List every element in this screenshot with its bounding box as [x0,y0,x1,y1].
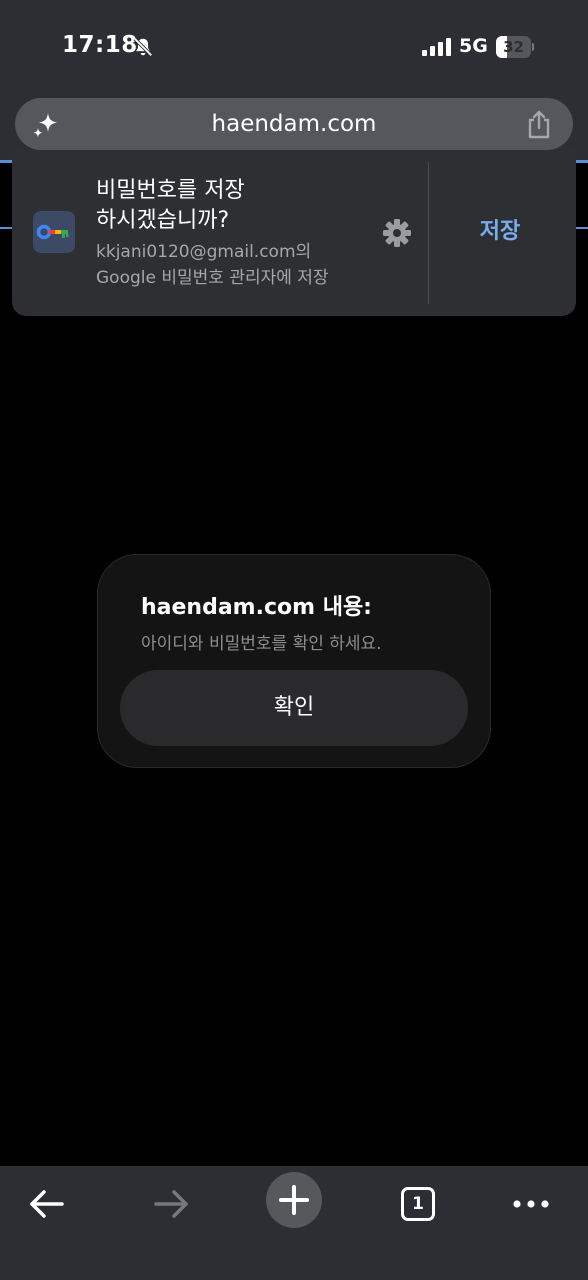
network-type: 5G [459,35,488,57]
save-password-button[interactable]: 저장 [440,206,560,258]
url-bar[interactable]: haendam.com [15,98,573,150]
back-button[interactable] [19,1176,75,1232]
tab-switcher-button[interactable]: 1 [389,1176,445,1232]
save-password-title-line: 하시겠습니까? [96,208,230,233]
alert-dialog: haendam.com 내용: 아이디와 비밀번호를 확인 하세요. 확인 [97,554,491,768]
alert-message: 아이디와 비밀번호를 확인 하세요. [141,634,382,654]
status-bar: 17:18 5G 32 [0,0,588,96]
forward-button[interactable] [143,1176,199,1232]
more-menu-button[interactable] [503,1176,559,1232]
page-edge-line [576,227,588,229]
top-chrome: 17:18 5G 32 haendam.com [0,0,588,162]
share-icon[interactable] [525,109,553,139]
tab-count: 1 [401,1187,435,1221]
save-password-banner: 비밀번호를 저장 하시겠습니까? kkjani0120@gmail.com의 G… [12,150,576,316]
battery-level: 32 [503,38,524,56]
url-text[interactable]: haendam.com [15,98,573,150]
page-edge-line [576,160,588,163]
more-dots-icon [513,1200,549,1208]
battery-indicator: 32 [496,36,534,58]
cellular-signal-icon [422,38,451,56]
alert-title: haendam.com 내용: [141,595,372,620]
save-password-subtitle: kkjani0120@gmail.com의 Google 비밀번호 관리자에 저… [96,239,386,291]
banner-divider [428,162,429,304]
bottom-toolbar: 1 [0,1166,588,1280]
bell-off-icon [133,37,153,57]
plus-icon [279,1185,309,1215]
password-manager-key-icon [33,211,75,253]
gear-icon[interactable] [381,217,413,249]
account-email: kkjani0120@gmail.com의 [96,242,312,262]
new-tab-button[interactable] [266,1172,322,1228]
arrow-left-icon [30,1190,64,1218]
save-password-title: 비밀번호를 저장 하시겠습니까? [96,176,376,236]
save-destination: Google 비밀번호 관리자에 저장 [96,268,329,288]
arrow-right-icon [154,1190,188,1218]
save-password-title-line: 비밀번호를 저장 [96,178,245,203]
confirm-button[interactable]: 확인 [120,670,468,746]
status-time: 17:18 [62,32,138,58]
battery-tip [532,43,534,51]
